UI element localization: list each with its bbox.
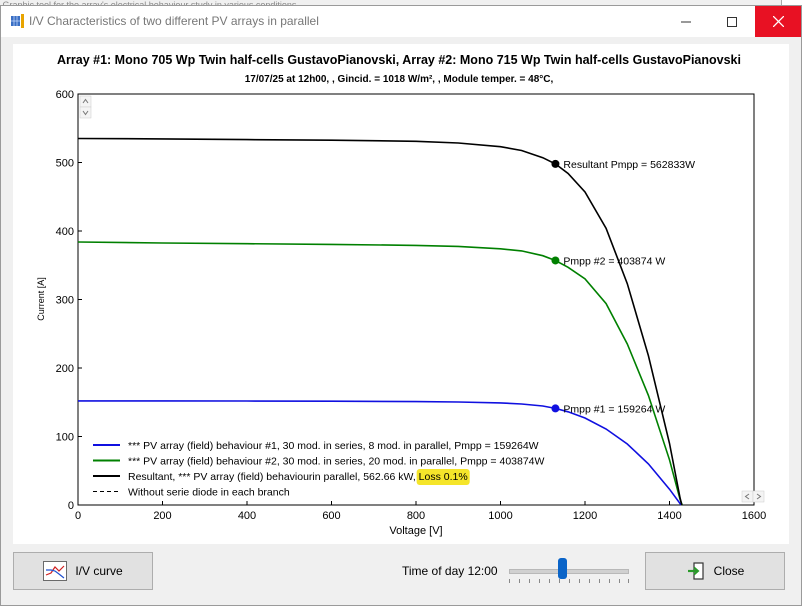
iv-chart: Array #1: Mono 705 Wp Twin half-cells Gu… — [36, 53, 766, 537]
iv-plot-panel: Array #1: Mono 705 Wp Twin half-cells Gu… — [13, 44, 789, 544]
close-icon — [772, 16, 784, 27]
iv-dialog-window: I/V Characteristics of two different PV … — [0, 5, 802, 606]
legend-entry-4: Without serie diode in each branch — [128, 487, 290, 499]
x-tick-label: 400 — [238, 510, 256, 522]
iv-curve-button[interactable]: I/V curve — [13, 552, 153, 590]
legend-entry-text: Without serie diode in each branch — [128, 487, 290, 499]
mpp-point-1 — [551, 404, 560, 413]
title-bar[interactable]: I/V Characteristics of two different PV … — [1, 6, 801, 37]
close-button[interactable]: Close — [645, 552, 785, 590]
minimize-button[interactable] — [663, 6, 709, 37]
x-tick-label: 1000 — [488, 510, 512, 522]
x-tick-label: 1600 — [742, 510, 766, 522]
chart-title: Array #1: Mono 705 Wp Twin half-cells Gu… — [57, 53, 741, 67]
x-axis-label: Voltage [V] — [389, 525, 442, 537]
iv-curve-button-label: I/V curve — [75, 564, 123, 578]
y-tick-label: 300 — [56, 295, 74, 307]
x-tick-label: 600 — [322, 510, 340, 522]
x-tick-label: 800 — [407, 510, 425, 522]
pv-array-icon — [11, 14, 25, 28]
slider-ticks — [509, 579, 629, 583]
window-close-button[interactable] — [755, 6, 801, 37]
x-tick-label: 0 — [75, 510, 81, 522]
y-tick-label: 400 — [56, 226, 74, 238]
scroll-up-arrow[interactable] — [79, 95, 92, 108]
legend-entry-text: *** PV array (field) behaviour #1, 30 mo… — [128, 440, 539, 452]
y-tick-label: 600 — [56, 89, 74, 101]
x-tick-label: 200 — [153, 510, 171, 522]
time-of-day-slider-thumb[interactable] — [558, 558, 567, 579]
y-tick-label: 0 — [68, 500, 74, 512]
y-tick-label: 200 — [56, 363, 74, 375]
mpp-label-2: Pmpp #2 = 403874 W — [563, 255, 665, 267]
y-tick-label: 100 — [56, 432, 74, 444]
time-of-day-slider-track[interactable] — [509, 569, 629, 574]
close-button-label: Close — [713, 564, 745, 578]
y-tick-label: 500 — [56, 158, 74, 170]
legend-entry-text: Resultant, *** PV array (field) behaviou… — [128, 471, 419, 483]
mpp-point-2 — [551, 256, 560, 265]
y-axis-label: Current [A] — [36, 277, 46, 321]
loss-highlight-text: Loss 0.1% — [419, 471, 468, 483]
time-of-day-label: Time of day 12:00 — [402, 564, 498, 578]
mpp-point-3 — [551, 159, 560, 168]
legend-entry-3: Resultant, *** PV array (field) behaviou… — [128, 471, 468, 483]
mpp-label-3: Resultant Pmpp = 562833W — [563, 159, 695, 171]
chart-subtitle: 17/07/25 at 12h00, , Gincid. = 1018 W/m²… — [245, 74, 554, 85]
scroll-left-arrow[interactable] — [741, 490, 754, 503]
exit-icon — [686, 561, 706, 581]
iv-curve-icon — [43, 561, 68, 581]
minimize-icon — [681, 21, 691, 22]
x-tick-label: 1200 — [573, 510, 597, 522]
legend-entry-2: *** PV array (field) behaviour #2, 30 mo… — [128, 456, 545, 468]
mpp-label-1: Pmpp #1 = 159264 W — [563, 403, 665, 415]
maximize-button[interactable] — [709, 6, 755, 37]
scroll-right-arrow[interactable] — [752, 490, 765, 503]
legend-entry-text: *** PV array (field) behaviour #2, 30 mo… — [128, 456, 545, 468]
legend-entry-1: *** PV array (field) behaviour #1, 30 mo… — [128, 440, 539, 452]
window-title: I/V Characteristics of two different PV … — [29, 14, 319, 28]
scroll-down-arrow[interactable] — [79, 106, 92, 119]
maximize-icon — [727, 16, 737, 27]
x-tick-label: 1400 — [657, 510, 681, 522]
